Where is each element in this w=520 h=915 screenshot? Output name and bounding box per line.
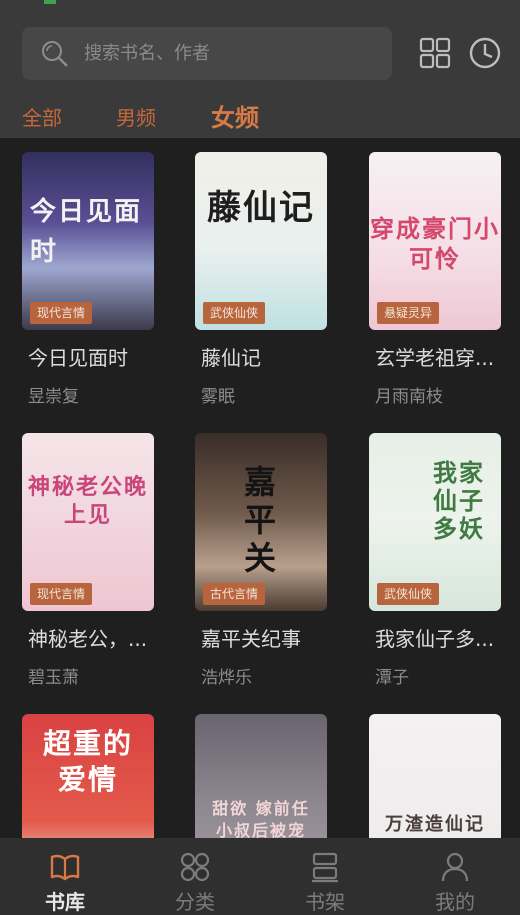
bottom-nav: 书库 分类 书架 我的 [0, 838, 520, 915]
genre-tag: 现代言情 [30, 583, 93, 605]
category-tabs: 全部 男频 女频 [0, 98, 520, 138]
book-cover: 万渣造仙记 [369, 714, 501, 838]
grid-icon[interactable] [418, 36, 452, 70]
book-title: 玄学老祖穿... [375, 346, 495, 370]
status-bar [0, 0, 520, 14]
genre-tag: 悬疑灵异 [377, 302, 440, 324]
nav-category[interactable]: 分类 [130, 838, 260, 915]
bookshelf-icon [312, 852, 338, 883]
cover-title: 万渣造仙记 [385, 814, 485, 835]
book-author: 浩烨乐 [201, 668, 252, 688]
cover-title: 我家仙子多妖 [433, 458, 485, 543]
cover-title: 藤仙记 [207, 188, 315, 228]
cover-title: 今日见面时 [30, 197, 143, 267]
book-author: 雾眠 [201, 387, 235, 407]
book-grid: 今日见面时 现代言情 今日见面时 昱崇复 藤仙记 武侠仙侠 藤仙记 雾眠 穿成豪… [0, 138, 520, 838]
signal-indicator [44, 0, 56, 4]
book-author: 月雨南枝 [375, 387, 443, 407]
book-title: 今日见面时 [28, 346, 128, 370]
category-icon [180, 852, 210, 882]
nav-label: 我的 [435, 890, 475, 914]
app-header: 搜索书名、作者 全部 男频 女频 [0, 14, 520, 138]
book-cover: 藤仙记 武侠仙侠 [195, 152, 327, 330]
cover-title: 甜欲 嫁前任 小叔后被宠 [212, 799, 310, 838]
book-cover: 超重的爱情 [22, 714, 154, 838]
book-author: 潭子 [375, 668, 409, 688]
book-author: 昱崇复 [28, 387, 79, 407]
nav-bookshelf[interactable]: 书架 [260, 838, 390, 915]
genre-tag: 武侠仙侠 [203, 302, 266, 324]
book-title: 我家仙子多... [375, 627, 495, 651]
book-author: 碧玉萧 [28, 668, 79, 688]
cover-title: 嘉平关 [243, 463, 278, 577]
cover-title: 穿成豪门小可怜 [370, 214, 500, 273]
tab-all[interactable]: 全部 [22, 98, 62, 138]
book-title: 神秘老公，... [28, 627, 148, 651]
book-cover: 嘉平关 古代言情 [195, 433, 327, 611]
tab-male[interactable]: 男频 [116, 98, 156, 138]
book-title: 嘉平关纪事 [201, 627, 301, 651]
nav-library[interactable]: 书库 [0, 838, 130, 915]
genre-tag: 古代言情 [203, 583, 266, 605]
book-open-icon [50, 854, 80, 881]
nav-label: 书架 [305, 890, 345, 914]
nav-label: 书库 [45, 890, 85, 914]
tab-female[interactable]: 女频 [211, 98, 259, 138]
profile-icon [441, 852, 469, 882]
book-cover: 穿成豪门小可怜 悬疑灵异 [369, 152, 501, 330]
genre-tag: 武侠仙侠 [377, 583, 440, 605]
nav-profile[interactable]: 我的 [390, 838, 520, 915]
book-cover: 我家仙子多妖 武侠仙侠 [369, 433, 501, 611]
cover-title: 神秘老公晚上见 [27, 474, 148, 528]
book-title: 藤仙记 [201, 346, 261, 370]
genre-tag: 现代言情 [30, 302, 93, 324]
search-bar[interactable]: 搜索书名、作者 [22, 27, 392, 80]
book-cover: 甜欲 嫁前任 小叔后被宠 [195, 714, 327, 838]
book-cover: 今日见面时 现代言情 [22, 152, 154, 330]
history-clock-icon[interactable] [468, 36, 502, 70]
nav-label: 分类 [175, 890, 215, 914]
book-cover: 神秘老公晚上见 现代言情 [22, 433, 154, 611]
search-placeholder: 搜索书名、作者 [84, 43, 210, 64]
cover-title: 超重的爱情 [42, 727, 133, 796]
search-icon [42, 41, 68, 67]
